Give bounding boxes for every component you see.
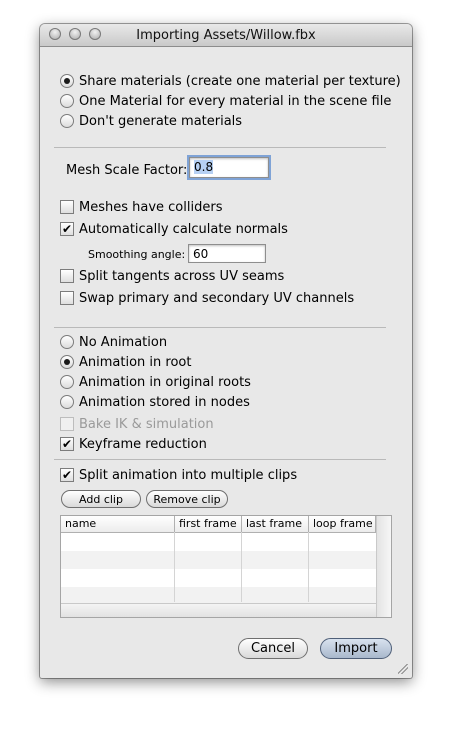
checkbox-swap-uv-channels[interactable]: Swap primary and secondary UV channels <box>60 289 354 307</box>
column-divider <box>308 532 309 602</box>
checkbox-label: Meshes have colliders <box>79 199 223 215</box>
checkbox[interactable]: ✔ <box>60 437 74 451</box>
section-divider <box>54 147 386 148</box>
table-row[interactable] <box>61 533 376 551</box>
radio-button[interactable] <box>60 355 74 369</box>
mesh-scale-input[interactable]: 0.8 <box>189 157 269 178</box>
radio-label: Animation in original roots <box>79 374 251 390</box>
radio-share-materials[interactable]: Share materials (create one material per… <box>60 72 401 90</box>
checkbox-bake-ik: Bake IK & simulation <box>60 415 214 433</box>
import-settings-window: Importing Assets/Willow.fbx Share materi… <box>40 24 412 678</box>
section-divider <box>54 459 386 460</box>
checkbox-label: Bake IK & simulation <box>79 416 214 432</box>
checkbox-split-animation-clips[interactable]: ✔ Split animation into multiple clips <box>60 466 297 484</box>
cancel-button[interactable]: Cancel <box>238 638 308 659</box>
radio-button[interactable] <box>60 114 74 128</box>
radio-no-animation[interactable]: No Animation <box>60 333 167 351</box>
smoothing-angle-value: 60 <box>193 247 209 261</box>
checkbox-label: Automatically calculate normals <box>79 221 288 237</box>
clips-table[interactable]: name first frame last frame loop frame <box>60 515 392 618</box>
radio-label: Don't generate materials <box>79 113 243 129</box>
radio-animation-original-roots[interactable]: Animation in original roots <box>60 373 251 391</box>
radio-button[interactable] <box>60 375 74 389</box>
checkbox-label: Keyframe reduction <box>79 436 207 452</box>
radio-label: Animation stored in nodes <box>79 394 250 410</box>
radio-button[interactable] <box>60 395 74 409</box>
radio-dont-generate-materials[interactable]: Don't generate materials <box>60 112 242 130</box>
smoothing-angle-label: Smoothing angle: <box>88 248 186 261</box>
clips-table-header: name first frame last frame loop frame <box>61 516 376 533</box>
column-header-name[interactable]: name <box>61 516 175 532</box>
checkbox-keyframe-reduction[interactable]: ✔ Keyframe reduction <box>60 435 207 453</box>
radio-label: Share materials (create one material per… <box>79 73 401 89</box>
radio-button[interactable] <box>60 74 74 88</box>
checkbox-label: Swap primary and secondary UV channels <box>79 290 355 306</box>
checkbox-label: Split animation into multiple clips <box>79 467 298 483</box>
horizontal-scrollbar[interactable] <box>61 603 376 617</box>
checkbox-label: Split tangents across UV seams <box>79 268 285 284</box>
resize-grip-icon[interactable] <box>398 664 408 674</box>
window-title: Importing Assets/Willow.fbx <box>136 28 316 43</box>
column-header-last-frame[interactable]: last frame <box>242 516 309 532</box>
column-header-first-frame[interactable]: first frame <box>175 516 242 532</box>
checkbox-split-tangents[interactable]: Split tangents across UV seams <box>60 267 284 285</box>
radio-button[interactable] <box>60 94 74 108</box>
checkbox[interactable] <box>60 269 74 283</box>
vertical-scrollbar[interactable] <box>376 516 391 617</box>
checkbox[interactable] <box>60 291 74 305</box>
checkbox <box>60 417 74 431</box>
remove-clip-button[interactable]: Remove clip <box>146 490 228 508</box>
table-row[interactable] <box>61 569 376 587</box>
table-row[interactable] <box>61 551 376 569</box>
column-divider <box>174 532 175 602</box>
radio-animation-in-root[interactable]: Animation in root <box>60 353 191 371</box>
dialog-content: Share materials (create one material per… <box>40 47 412 678</box>
mesh-scale-value: 0.8 <box>194 160 214 174</box>
add-clip-button[interactable]: Add clip <box>61 490 141 508</box>
radio-animation-in-nodes[interactable]: Animation stored in nodes <box>60 393 250 411</box>
section-divider <box>54 327 386 328</box>
radio-label: Animation in root <box>79 354 192 370</box>
smoothing-angle-input[interactable]: 60 <box>188 244 266 263</box>
radio-label: One Material for every material in the s… <box>79 93 392 109</box>
checkbox-meshes-have-colliders[interactable]: Meshes have colliders <box>60 198 222 216</box>
column-header-loop-frame[interactable]: loop frame <box>309 516 376 532</box>
checkbox[interactable]: ✔ <box>60 468 74 482</box>
radio-one-material-per-material[interactable]: One Material for every material in the s… <box>60 92 391 110</box>
title-bar[interactable]: Importing Assets/Willow.fbx <box>40 24 412 47</box>
radio-label: No Animation <box>79 334 168 350</box>
column-divider <box>241 532 242 602</box>
checkbox[interactable] <box>60 200 74 214</box>
radio-button[interactable] <box>60 335 74 349</box>
mesh-scale-label: Mesh Scale Factor: <box>66 163 188 178</box>
checkbox[interactable]: ✔ <box>60 222 74 236</box>
import-button[interactable]: Import <box>320 638 392 659</box>
checkbox-calculate-normals[interactable]: ✔ Automatically calculate normals <box>60 220 288 238</box>
